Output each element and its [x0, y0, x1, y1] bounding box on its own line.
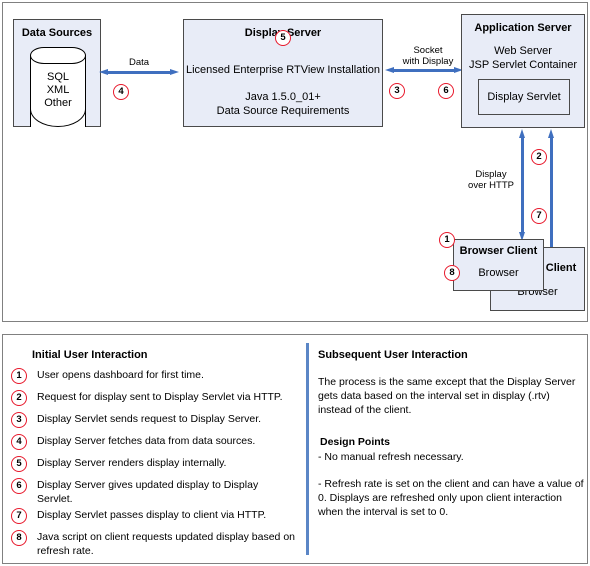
display-server-line1: Licensed Enterprise RTView Installation	[185, 64, 381, 76]
legend-step-text: Display Servlet sends request to Display…	[37, 413, 262, 425]
http-arrow-label: Display over HTTP	[468, 169, 514, 191]
diagram-panel: Data Sources SQL XML Other Data 4 Displa…	[2, 2, 588, 322]
data-arrow-label: Data	[128, 57, 150, 68]
data-sources-box: Data Sources SQL XML Other	[13, 19, 101, 127]
design-points-heading: Design Points	[320, 436, 391, 448]
legend-badge: 4	[11, 434, 27, 450]
design-point-2: - Refresh rate is set on the client and …	[318, 478, 584, 518]
legend-badge: 8	[11, 530, 27, 546]
badge-http-bottom: 7	[531, 208, 547, 224]
legend-step-text: Display Server renders display internall…	[37, 457, 227, 469]
initial-interaction-list: 1 User opens dashboard for first time. 2…	[11, 368, 296, 560]
legend-badge: 2	[11, 390, 27, 406]
legend-panel: Initial User Interaction 1 User opens da…	[2, 334, 588, 564]
data-sources-title: Data Sources	[21, 27, 93, 39]
browser-client-front-title: Browser Client	[459, 245, 538, 257]
application-server-line1: Web Server	[494, 45, 552, 57]
display-server-line3: Data Source Requirements	[216, 105, 350, 117]
http-arrow-left	[519, 129, 526, 241]
application-server-box: Application Server Web Server JSP Servle…	[461, 14, 585, 128]
list-item: 1 User opens dashboard for first time.	[11, 368, 296, 388]
legend-step-text: Request for display sent to Display Serv…	[37, 391, 283, 403]
badge-socket-right: 6	[438, 83, 454, 99]
design-point-1: - No manual refresh necessary.	[318, 451, 464, 463]
legend-badge: 6	[11, 478, 27, 494]
legend-step-text: Display Servlet passes display to client…	[37, 509, 267, 521]
badge-client-bottom: 8	[444, 265, 460, 281]
display-server-line2: Java 1.5.0_01+	[245, 91, 321, 103]
database-cylinder-label: SQL XML Other	[44, 71, 72, 109]
legend-badge: 5	[11, 456, 27, 472]
legend-badge: 3	[11, 412, 27, 428]
badge-client-top: 1	[439, 232, 455, 248]
legend-step-text: Java script on client requests updated d…	[37, 531, 295, 557]
display-servlet-box: Display Servlet	[478, 79, 570, 115]
legend-step-text: Display Server fetches data from data so…	[37, 435, 256, 447]
initial-interaction-heading: Initial User Interaction	[32, 349, 148, 361]
list-item: 2 Request for display sent to Display Se…	[11, 390, 296, 410]
architecture-diagram-page: Data Sources SQL XML Other Data 4 Displa…	[0, 0, 590, 566]
badge-socket-left: 3	[389, 83, 405, 99]
data-arrow	[99, 69, 179, 76]
list-item: 6 Display Server gives updated display t…	[11, 478, 296, 506]
badge-http-top: 2	[531, 149, 547, 165]
application-server-title: Application Server	[474, 22, 572, 34]
list-item: 8 Java script on client requests updated…	[11, 530, 296, 558]
list-item: 5 Display Server renders display interna…	[11, 456, 296, 476]
display-servlet-label: Display Servlet	[487, 91, 561, 103]
legend-badge: 7	[11, 508, 27, 524]
legend-badge: 1	[11, 368, 27, 384]
list-item: 7 Display Servlet passes display to clie…	[11, 508, 296, 528]
browser-client-front-line1: Browser	[478, 267, 519, 279]
socket-arrow	[385, 67, 463, 74]
legend-step-text: Display Server gives updated display to …	[37, 479, 259, 505]
subsequent-interaction-paragraph: The process is the same except that the …	[318, 376, 576, 416]
badge-data-arrow: 4	[113, 84, 129, 100]
legend-divider	[306, 343, 309, 555]
database-cylinder-icon: SQL XML Other	[30, 47, 86, 127]
list-item: 4 Display Server fetches data from data …	[11, 434, 296, 454]
browser-client-front-box: Browser Client Browser	[453, 239, 544, 291]
application-server-line2: JSP Servlet Container	[468, 59, 578, 71]
legend-step-text: User opens dashboard for first time.	[37, 369, 204, 381]
list-item: 3 Display Servlet sends request to Displ…	[11, 412, 296, 432]
subsequent-interaction-heading: Subsequent User Interaction	[318, 349, 468, 361]
badge-display-server: 5	[275, 30, 291, 46]
http-arrow-right	[548, 129, 555, 259]
socket-arrow-label: Socket with Display	[402, 45, 454, 67]
